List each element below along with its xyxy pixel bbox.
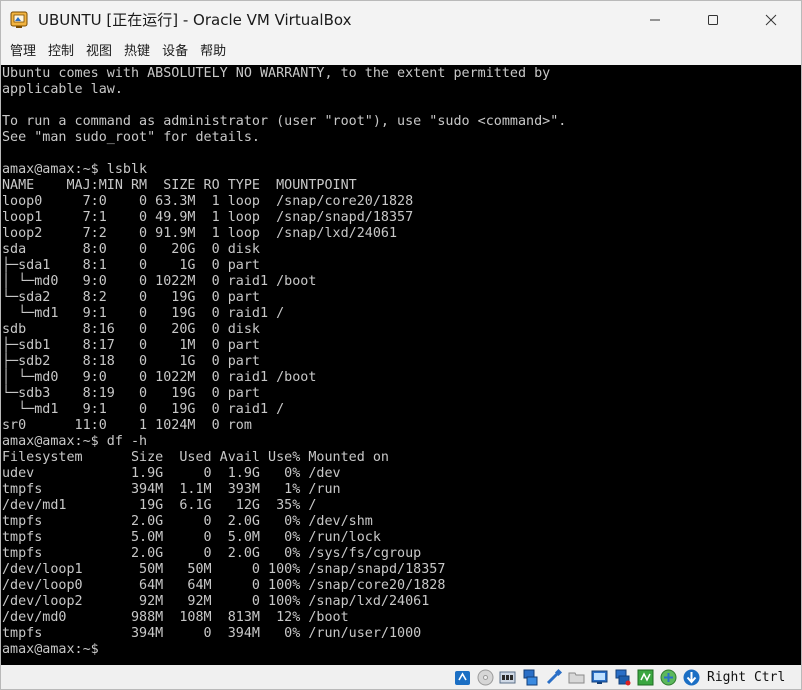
window-title: UBUNTU [正在运行] - Oracle VM VirtualBox xyxy=(38,11,352,29)
maximize-icon xyxy=(708,15,718,25)
terminal-line: loop2 7:2 0 91.9M 1 loop /snap/lxd/24061 xyxy=(2,226,398,241)
menu-hotkeys[interactable]: 热键 xyxy=(118,41,156,63)
virtualbox-window: UBUNTU [正在运行] - Oracle VM VirtualBox 管理 … xyxy=(0,0,802,690)
terminal-line: ├─sda1 8:1 0 1G 0 part xyxy=(2,258,260,273)
terminal-line: │ └─md0 9:0 0 1022M 0 raid1 /boot xyxy=(2,370,317,385)
terminal-line: Filesystem Size Used Avail Use% Mounted … xyxy=(2,450,389,465)
usb-icon[interactable] xyxy=(544,668,563,687)
hard-disk-icon[interactable] xyxy=(453,668,472,687)
terminal-line: /dev/md1 19G 6.1G 12G 35% / xyxy=(2,498,317,513)
close-icon xyxy=(765,14,777,26)
keyboard-capture-icon[interactable] xyxy=(682,668,701,687)
terminal-line: └─sda2 8:2 0 19G 0 part xyxy=(2,290,260,305)
terminal-line: amax@amax:~$ df -h xyxy=(2,434,148,449)
menu-devices[interactable]: 设备 xyxy=(156,41,194,63)
audio-icon[interactable] xyxy=(498,668,517,687)
terminal-line: applicable law. xyxy=(2,82,123,97)
terminal-line: /dev/loop2 92M 92M 0 100% /snap/lxd/2406… xyxy=(2,594,430,609)
terminal-line: └─sdb3 8:19 0 19G 0 part xyxy=(2,386,260,401)
terminal-line: tmpfs 5.0M 0 5.0M 0% /run/lock xyxy=(2,530,381,545)
virtualbox-app-icon xyxy=(10,10,30,30)
terminal-line: │ └─md0 9:0 0 1022M 0 raid1 /boot xyxy=(2,274,317,289)
maximize-button[interactable] xyxy=(685,1,741,39)
terminal-line: sr0 11:0 1 1024M 0 rom xyxy=(2,418,252,433)
terminal-line: ├─sdb2 8:18 0 1G 0 part xyxy=(2,354,260,369)
terminal-line: tmpfs 394M 1.1M 393M 1% /run xyxy=(2,482,341,497)
terminal-line: /dev/loop0 64M 64M 0 100% /snap/core20/1… xyxy=(2,578,446,593)
terminal-line: └─md1 9:1 0 19G 0 raid1 / xyxy=(2,306,285,321)
terminal-line: loop0 7:0 0 63.3M 1 loop /snap/core20/18… xyxy=(2,194,414,209)
terminal-line: amax@amax:~$ xyxy=(2,642,99,657)
close-button[interactable] xyxy=(743,1,799,39)
menu-manage[interactable]: 管理 xyxy=(4,41,42,63)
host-key-label: Right Ctrl xyxy=(707,670,786,685)
minimize-button[interactable] xyxy=(627,1,683,39)
menu-view[interactable]: 视图 xyxy=(80,41,118,63)
shared-folders-icon[interactable] xyxy=(567,668,586,687)
terminal-line: Ubuntu comes with ABSOLUTELY NO WARRANTY… xyxy=(2,66,551,81)
terminal-line: ├─sdb1 8:17 0 1M 0 part xyxy=(2,338,260,353)
vm-screen[interactable]: Ubuntu comes with ABSOLUTELY NO WARRANTY… xyxy=(1,65,801,665)
terminal-line: tmpfs 394M 0 394M 0% /run/user/1000 xyxy=(2,626,422,641)
terminal-line: /dev/md0 988M 108M 813M 12% /boot xyxy=(2,610,349,625)
terminal-line: └─md1 9:1 0 19G 0 raid1 / xyxy=(2,402,285,417)
terminal-line: /dev/loop1 50M 50M 0 100% /snap/snapd/18… xyxy=(2,562,446,577)
network-icon[interactable] xyxy=(521,668,540,687)
menu-control[interactable]: 控制 xyxy=(42,41,80,63)
terminal-line: To run a command as administrator (user … xyxy=(2,114,567,129)
status-bar: Right Ctrl xyxy=(1,665,801,689)
optical-drive-icon[interactable] xyxy=(476,668,495,687)
menu-help[interactable]: 帮助 xyxy=(194,41,232,63)
terminal-output: Ubuntu comes with ABSOLUTELY NO WARRANTY… xyxy=(2,66,566,658)
terminal-line: NAME MAJ:MIN RM SIZE RO TYPE MOUNTPOINT xyxy=(2,178,357,193)
minimize-icon xyxy=(650,19,660,21)
title-bar[interactable]: UBUNTU [正在运行] - Oracle VM VirtualBox xyxy=(1,1,801,39)
terminal-line: sda 8:0 0 20G 0 disk xyxy=(2,242,260,257)
cpu-icon[interactable] xyxy=(659,668,678,687)
menu-bar: 管理 控制 视图 热键 设备 帮助 xyxy=(1,39,801,65)
terminal-line: sdb 8:16 0 20G 0 disk xyxy=(2,322,260,337)
terminal-line: loop1 7:1 0 49.9M 1 loop /snap/snapd/183… xyxy=(2,210,414,225)
terminal-line: tmpfs 2.0G 0 2.0G 0% /dev/shm xyxy=(2,514,373,529)
terminal-line: udev 1.9G 0 1.9G 0% /dev xyxy=(2,466,341,481)
terminal-line: See "man sudo_root" for details. xyxy=(2,130,260,145)
recording-icon[interactable] xyxy=(636,668,655,687)
display-icon[interactable] xyxy=(590,668,609,687)
terminal-line: amax@amax:~$ lsblk xyxy=(2,162,148,177)
terminal-line: tmpfs 2.0G 0 2.0G 0% /sys/fs/cgroup xyxy=(2,546,422,561)
video-capture-icon[interactable] xyxy=(613,668,632,687)
